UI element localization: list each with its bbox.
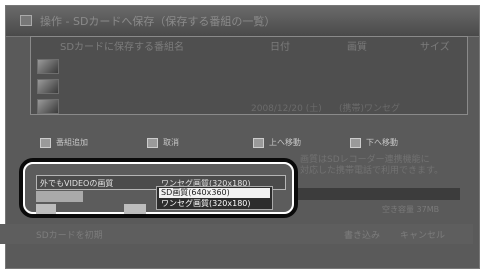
color-key-icon xyxy=(253,137,264,148)
color-key-icon xyxy=(350,137,361,148)
window-title: 操作 - SDカードへ保存（保存する番組の一覧） xyxy=(40,15,276,28)
list-item[interactable]: 2008/12/20 (土) (携帯)ワンセグ xyxy=(31,98,467,116)
info-text: 画質はSDレコーダー連携機能に 対応した携帯電話で利用できます。 xyxy=(300,155,444,176)
action-bar: 番組追加 取消 上へ移動 下へ移動 xyxy=(30,137,468,151)
free-space-label: 空き容量 37MB xyxy=(382,205,440,214)
format-sd-button[interactable]: SDカードを初期 xyxy=(36,228,103,241)
window-icon xyxy=(20,15,32,26)
program-thumbnail xyxy=(37,59,59,74)
remove-button[interactable]: 取消 xyxy=(147,137,179,151)
add-program-button[interactable]: 番組追加 xyxy=(40,137,88,151)
quality-setting-label: 外でもVIDEOの画質 xyxy=(40,179,114,188)
list-item[interactable] xyxy=(31,58,467,76)
color-key-icon xyxy=(147,137,158,148)
list-item[interactable] xyxy=(31,78,467,96)
title-bar: 操作 - SDカードへ保存（保存する番組の一覧） xyxy=(6,6,479,37)
progress-block xyxy=(36,191,83,202)
dropdown-option-oneseg[interactable]: ワンセグ画質(320x180) xyxy=(159,199,270,209)
page: 操作 - SDカードへ保存（保存する番組の一覧） SDカードに保存する番組名 日… xyxy=(0,0,485,274)
progress-block xyxy=(124,204,146,214)
move-down-button[interactable]: 下へ移動 xyxy=(350,137,398,151)
color-key-icon xyxy=(40,137,51,148)
column-header-quality: 画質 xyxy=(347,42,367,53)
move-up-button[interactable]: 上へ移動 xyxy=(253,137,301,151)
cancel-button[interactable]: キャンセル xyxy=(400,228,445,241)
column-header-size: サイズ xyxy=(420,42,450,53)
program-thumbnail xyxy=(37,99,59,114)
row-date: 2008/12/20 (土) xyxy=(251,104,322,114)
dropdown-option-sd[interactable]: SD画質(640x360) xyxy=(159,188,270,198)
write-button[interactable]: 書き込み xyxy=(344,228,380,241)
program-thumbnail xyxy=(37,79,59,94)
quality-dropdown[interactable]: SD画質(640x360) ワンセグ画質(320x180) xyxy=(156,186,273,210)
progress-block xyxy=(36,204,56,214)
column-header-date: 日付 xyxy=(270,42,290,53)
row-quality: (携帯)ワンセグ xyxy=(339,104,401,114)
column-header-name: SDカードに保存する番組名 xyxy=(60,42,185,53)
